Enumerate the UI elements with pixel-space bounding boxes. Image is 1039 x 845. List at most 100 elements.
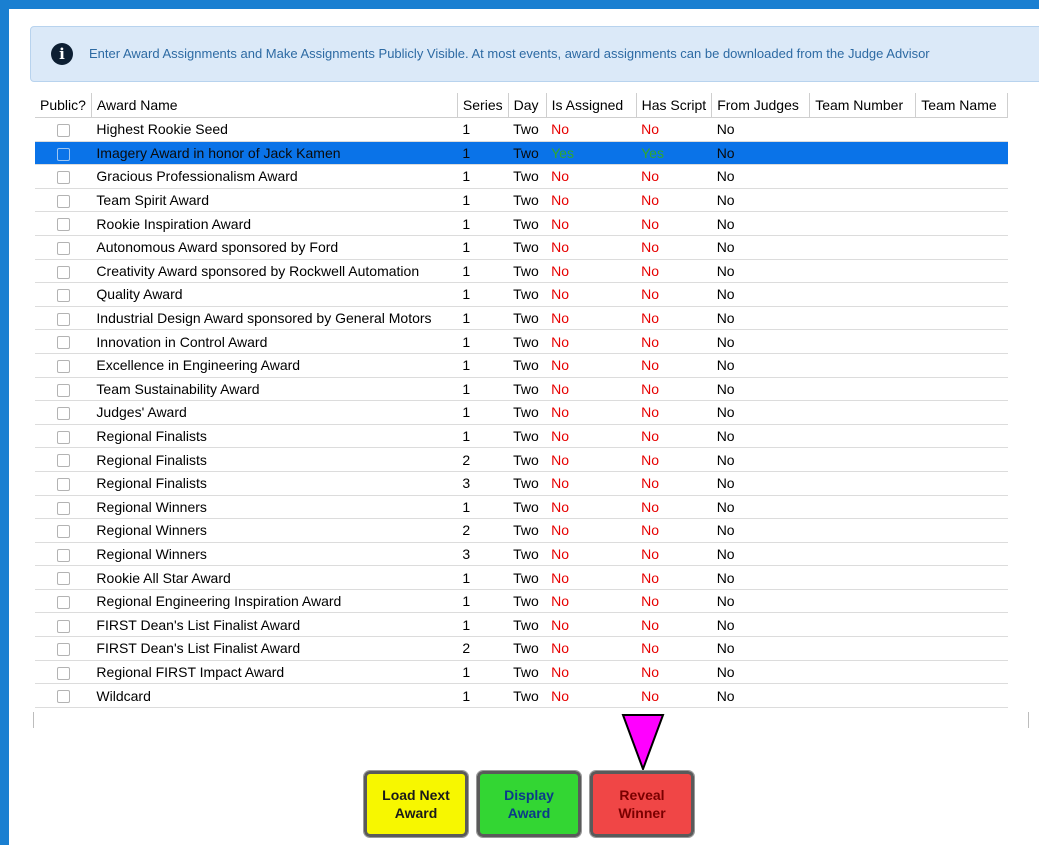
public-checkbox[interactable] bbox=[56, 525, 70, 539]
table-row[interactable]: Regional FIRST Impact Award 1 Two No No No bbox=[35, 660, 1008, 685]
public-checkbox[interactable] bbox=[56, 643, 70, 657]
table-row[interactable]: Regional Engineering Inspiration Award 1 T… bbox=[35, 589, 1008, 614]
public-checkbox[interactable] bbox=[56, 360, 70, 374]
public-checkbox[interactable] bbox=[56, 147, 70, 161]
is-assigned-cell: No bbox=[546, 589, 637, 614]
display-award-button[interactable]: Display Award bbox=[476, 770, 582, 838]
award-name-cell: Regional FIRST Impact Award bbox=[91, 660, 458, 685]
day-cell-text: Two bbox=[513, 333, 539, 350]
table-row[interactable]: FIRST Dean's List Finalist Award 1 Two No No… bbox=[35, 612, 1008, 638]
public-checkbox[interactable] bbox=[56, 265, 70, 279]
is-assigned-cell-text: Yes bbox=[551, 144, 574, 161]
award-name-cell: Judges' Award bbox=[91, 400, 458, 425]
reveal-winner-button[interactable]: Reveal Winner bbox=[589, 770, 695, 838]
table-row[interactable]: Rookie Inspiration Award 1 Two No No No bbox=[35, 211, 1008, 236]
public-checkbox[interactable] bbox=[56, 242, 70, 256]
team-number-cell bbox=[809, 282, 916, 307]
award-name-cell-text: Wildcard bbox=[96, 687, 151, 704]
public-checkbox[interactable] bbox=[56, 478, 70, 491]
has-script-cell-text: No bbox=[641, 310, 660, 327]
is-assigned-cell: No bbox=[546, 377, 637, 402]
table-row[interactable]: Imagery Award in honor of Jack Kamen 1 Two… bbox=[35, 141, 1008, 166]
is-assigned-cell-text: No bbox=[551, 286, 570, 303]
table-row[interactable]: Regional Finalists 2 Two No No No bbox=[35, 447, 1008, 472]
public-checkbox[interactable] bbox=[56, 501, 70, 515]
public-checkbox[interactable] bbox=[56, 312, 70, 326]
award-name-cell: Regional Finalists bbox=[91, 471, 458, 496]
public-checkbox[interactable] bbox=[56, 218, 70, 232]
series-cell: 1 bbox=[457, 495, 509, 520]
day-cell: Two bbox=[508, 282, 547, 307]
team-name-cell bbox=[915, 612, 1008, 638]
public-checkbox[interactable] bbox=[56, 595, 70, 609]
team-name-cell bbox=[915, 353, 1008, 378]
table-row[interactable]: Industrial Design Award sponsored by Gen… bbox=[35, 306, 1008, 331]
is-assigned-cell-text: No bbox=[551, 663, 570, 680]
table-row[interactable]: Regional Winners 1 Two No No No bbox=[35, 495, 1008, 520]
award-name-cell-text: Highest Rookie Seed bbox=[96, 121, 228, 138]
has-script-cell: No bbox=[636, 565, 712, 590]
is-assigned-cell: No bbox=[546, 447, 637, 472]
public-cell bbox=[35, 589, 92, 614]
from-judges-cell-text: No bbox=[716, 215, 735, 232]
series-cell-text: 1 bbox=[462, 663, 471, 680]
has-script-cell-text: No bbox=[641, 545, 660, 562]
table-row[interactable]: Team Sustainability Award 1 Two No No No bbox=[35, 377, 1008, 402]
table-row[interactable]: Regional Finalists 1 Two No No No bbox=[35, 424, 1008, 449]
public-checkbox[interactable] bbox=[56, 430, 70, 444]
day-cell: Two bbox=[508, 211, 547, 236]
public-checkbox[interactable] bbox=[56, 124, 70, 138]
team-name-cell bbox=[915, 447, 1008, 472]
award-name-cell: Regional Finalists bbox=[91, 424, 458, 449]
table-row[interactable]: Innovation in Control Award 1 Two No No No bbox=[35, 329, 1008, 354]
public-checkbox[interactable] bbox=[56, 171, 70, 185]
table-row[interactable]: Regional Winners 3 Two No No No bbox=[35, 542, 1008, 567]
public-checkbox[interactable] bbox=[56, 454, 70, 468]
day-cell: Two bbox=[508, 235, 547, 260]
from-judges-cell: No bbox=[711, 117, 810, 142]
is-assigned-cell-text: No bbox=[551, 404, 570, 421]
public-checkbox[interactable] bbox=[56, 572, 70, 586]
load-next-award-button[interactable]: Load Next Award bbox=[363, 770, 469, 838]
table-row[interactable]: Wildcard 1 Two No No No bbox=[35, 683, 1008, 708]
table-row[interactable]: Regional Finalists 3 Two No No No bbox=[35, 471, 1008, 496]
table-row[interactable]: Judges' Award 1 Two No No No bbox=[35, 400, 1008, 425]
public-checkbox[interactable] bbox=[56, 336, 70, 350]
table-row[interactable]: Gracious Professionalism Award 1 Two No No No bbox=[35, 164, 1008, 189]
from-judges-cell: No bbox=[711, 542, 810, 567]
series-cell: 1 bbox=[457, 141, 509, 166]
table-row[interactable]: Highest Rookie Seed 1 Two No No No bbox=[35, 117, 1008, 142]
public-checkbox[interactable] bbox=[56, 690, 70, 704]
public-checkbox[interactable] bbox=[56, 407, 70, 421]
table-row[interactable]: Team Spirit Award 1 Two No No No bbox=[35, 188, 1008, 213]
team-number-cell bbox=[809, 329, 916, 354]
public-checkbox[interactable] bbox=[56, 194, 70, 208]
award-name-cell-text: FIRST Dean's List Finalist Award bbox=[96, 616, 301, 633]
public-cell bbox=[35, 424, 92, 449]
from-judges-cell-text: No bbox=[716, 239, 735, 256]
table-row[interactable]: FIRST Dean's List Finalist Award 2 Two No No… bbox=[35, 636, 1008, 661]
award-name-cell-text: Innovation in Control Award bbox=[96, 333, 268, 350]
table-row[interactable]: Regional Winners 2 Two No No No bbox=[35, 518, 1008, 543]
public-checkbox[interactable] bbox=[56, 548, 70, 562]
table-header-row: Public? Award Name Series Day Is Assigne… bbox=[35, 93, 1009, 118]
public-checkbox[interactable] bbox=[56, 383, 70, 397]
team-name-cell bbox=[915, 589, 1008, 614]
table-row[interactable]: Rookie All Star Award 1 Two No No No bbox=[35, 565, 1008, 590]
from-judges-cell: No bbox=[711, 141, 810, 166]
table-row[interactable]: Autonomous Award sponsored by Ford 1 Two No… bbox=[35, 235, 1008, 260]
table-row[interactable]: Creativity Award sponsored by Rockwell A… bbox=[35, 259, 1008, 284]
from-judges-cell-text: No bbox=[716, 333, 735, 350]
table-row[interactable]: Quality Award 1 Two No No No bbox=[35, 282, 1008, 307]
day-cell-text: Two bbox=[513, 640, 539, 657]
has-script-cell-text: No bbox=[641, 616, 660, 633]
has-script-cell-text: No bbox=[641, 121, 660, 138]
table-row[interactable]: Excellence in Engineering Award 1 Two No No N… bbox=[35, 353, 1008, 378]
series-cell-text: 1 bbox=[462, 121, 471, 138]
public-checkbox[interactable] bbox=[56, 289, 70, 303]
public-checkbox[interactable] bbox=[56, 619, 70, 633]
public-checkbox[interactable] bbox=[56, 666, 70, 680]
day-cell-text: Two bbox=[513, 428, 539, 445]
from-judges-cell-text: No bbox=[716, 262, 735, 279]
team-name-cell bbox=[915, 471, 1008, 496]
